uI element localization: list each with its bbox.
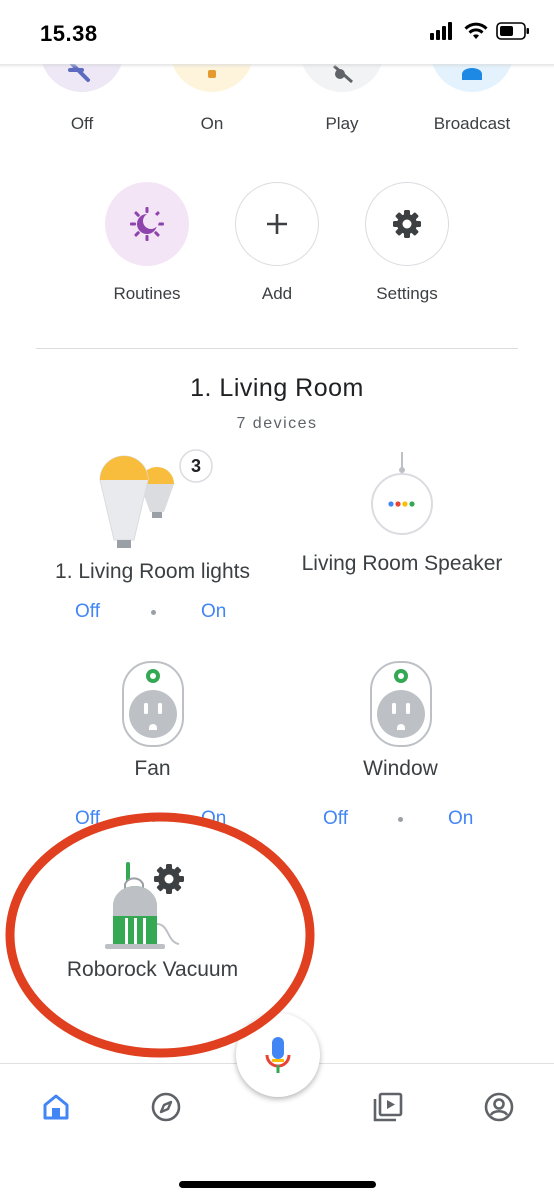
account-icon[interactable] [483,1091,515,1123]
settings-label: Settings [376,284,438,303]
speaker-icon [371,452,433,535]
mic-button[interactable] [236,1013,320,1097]
device-name: 1. Living Room lights [55,560,250,583]
separator-dot [398,817,403,822]
routines-button[interactable]: Routines [82,182,212,304]
status-icons [430,22,530,40]
quick-action-label: Play [325,114,359,133]
routines-icon [105,182,189,266]
lights-off-button[interactable]: Off [75,601,100,623]
settings-button[interactable]: Settings [342,182,472,304]
home-icon[interactable] [40,1091,72,1123]
status-time: 15.38 [40,21,98,46]
device-living-room-lights[interactable]: 3 1. Living Room lights [30,448,275,584]
device-living-room-speaker[interactable]: Living Room Speaker [282,452,522,576]
window-off-button[interactable]: Off [323,808,348,830]
plus-icon [235,182,319,266]
smart-plug-icon [121,661,184,747]
device-name: Window [363,757,438,780]
compass-icon[interactable] [150,1091,182,1123]
status-bar: 15.38 [0,0,554,64]
media-icon[interactable] [372,1091,404,1123]
battery-icon [496,22,529,40]
add-button[interactable]: Add [212,182,342,304]
device-fan[interactable]: Fan [85,660,220,781]
fan-on-button[interactable]: On [201,808,226,830]
add-label: Add [261,284,293,303]
smart-plug-icon [369,661,432,747]
device-name: Living Room Speaker [301,552,503,575]
lights-on-button[interactable]: On [201,601,226,623]
quick-action-label: Off [70,114,94,133]
signal-icon [430,22,452,40]
fan-off-button[interactable]: Off [75,808,100,830]
separator-dot [151,817,156,822]
lightbulb-group-icon: 3 [98,449,213,548]
home-indicator [179,1181,376,1188]
divider [36,348,518,349]
device-window[interactable]: Window [333,660,468,781]
vacuum-icon [104,862,184,949]
room-device-count: 7 devices [236,415,318,432]
routines-label: Routines [113,284,181,303]
wifi-icon [464,22,488,39]
mic-icon [265,1037,291,1073]
device-roborock-vacuum[interactable]: Roborock Vacuum [40,858,265,982]
window-on-button[interactable]: On [448,808,473,830]
gear-icon [365,182,449,266]
quick-action-label: Broadcast [433,114,511,133]
device-name: Roborock Vacuum [66,958,239,981]
device-name: Fan [134,757,171,780]
device-count-badge: 3 [190,456,200,476]
separator-dot [151,610,156,615]
quick-action-label: On [200,114,224,133]
room-title: 1. Living Room [190,374,364,402]
